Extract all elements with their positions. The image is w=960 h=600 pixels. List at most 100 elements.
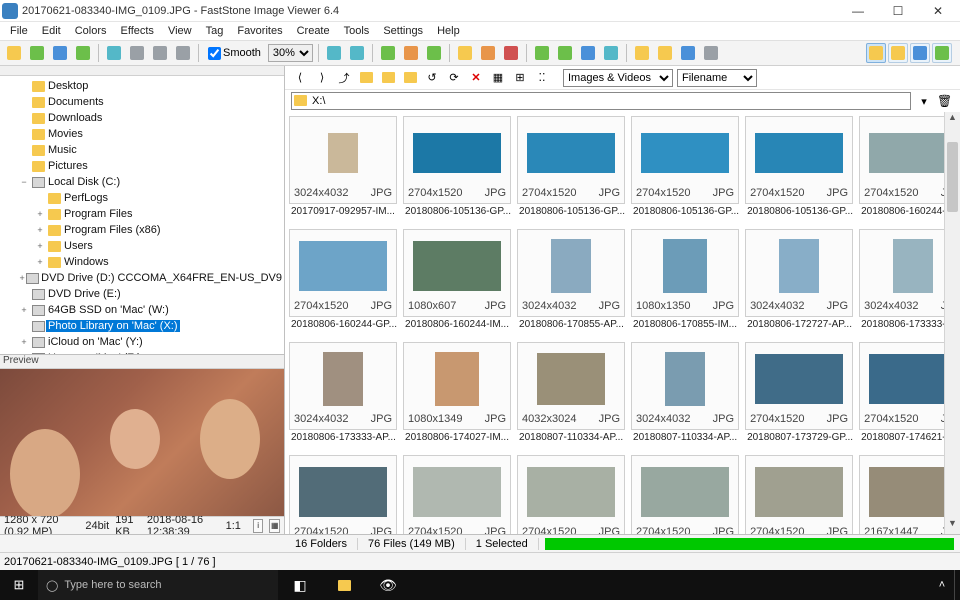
scroll-down-button[interactable]: ▼ xyxy=(945,518,960,534)
thumbnail-card[interactable]: 1080x1350JPG xyxy=(631,229,739,317)
tree-expand-icon[interactable]: + xyxy=(34,241,46,251)
preview-exif-button[interactable]: i xyxy=(253,519,264,533)
taskbar-explorer-icon[interactable] xyxy=(322,570,366,600)
thumbnail-card[interactable]: 2704x1520JPG xyxy=(745,455,853,534)
thumbnail-card[interactable]: 3024x4032JPG xyxy=(745,229,853,317)
tree-node[interactable]: Movies xyxy=(0,126,284,142)
tree-expand-icon[interactable]: + xyxy=(34,257,46,267)
nav-copy-button[interactable] xyxy=(401,69,419,87)
settings-button[interactable] xyxy=(701,43,721,63)
sort-select[interactable]: Filename xyxy=(677,69,757,87)
redeye-button[interactable] xyxy=(501,43,521,63)
batch-rename-button[interactable] xyxy=(555,43,575,63)
menu-create[interactable]: Create xyxy=(291,24,336,38)
tree-expand-icon[interactable]: − xyxy=(18,177,30,187)
wallpaper-button[interactable] xyxy=(678,43,698,63)
scroll-thumb[interactable] xyxy=(947,142,958,212)
view-small-icons-button[interactable]: ⁚⁚ xyxy=(533,69,551,87)
path-input[interactable] xyxy=(291,92,911,110)
taskbar-faststone-icon[interactable]: 👁 xyxy=(366,570,410,600)
nav-back-button[interactable]: ⟨ xyxy=(291,69,309,87)
undo-button[interactable] xyxy=(104,43,124,63)
save-as-button[interactable] xyxy=(50,43,70,63)
tree-node[interactable]: PerfLogs xyxy=(0,190,284,206)
nav-move-button[interactable]: ↺ xyxy=(423,69,441,87)
tree-expand-icon[interactable]: + xyxy=(34,209,46,219)
thumbnail-card[interactable]: 2704x1520JPG xyxy=(745,342,853,430)
menu-tag[interactable]: Tag xyxy=(200,24,230,38)
tree-node[interactable]: Photo Library on 'Mac' (X:) xyxy=(0,318,284,334)
view-thumbnails-button[interactable] xyxy=(866,43,886,63)
maximize-button[interactable]: ☐ xyxy=(878,0,918,22)
zoom-in-button[interactable] xyxy=(127,43,147,63)
nav-home-button[interactable] xyxy=(357,69,375,87)
tree-expand-icon[interactable]: + xyxy=(18,273,26,283)
thumbnail-card[interactable]: 3024x4032JPG xyxy=(289,342,397,430)
print-button[interactable] xyxy=(655,43,675,63)
menu-settings[interactable]: Settings xyxy=(377,24,429,38)
thumbnail-card[interactable]: 1080x607JPG xyxy=(403,229,511,317)
thumbnail-card[interactable]: 2704x1520JPG xyxy=(289,455,397,534)
email-button[interactable] xyxy=(632,43,652,63)
thumbnail-card[interactable]: 2704x1520JPG xyxy=(631,455,739,534)
thumbnail-card[interactable]: 3024x4032JPG xyxy=(631,342,739,430)
menu-favorites[interactable]: Favorites xyxy=(231,24,288,38)
tree-node[interactable]: +Program Files xyxy=(0,206,284,222)
thumbnail-card[interactable]: 3024x4032JPG xyxy=(517,229,625,317)
folder-tree[interactable]: DesktopDocumentsDownloadsMoviesMusicPict… xyxy=(0,76,284,354)
rotate-right-button[interactable] xyxy=(347,43,367,63)
filter-select[interactable]: Images & Videos xyxy=(563,69,673,87)
taskbar-search[interactable]: ◯ Type here to search xyxy=(38,570,278,600)
thumbnail-card[interactable]: 4032x3024JPG xyxy=(517,342,625,430)
open-button[interactable] xyxy=(4,43,24,63)
close-button[interactable]: ✕ xyxy=(918,0,958,22)
slideshow-button[interactable] xyxy=(578,43,598,63)
tree-expand-icon[interactable]: + xyxy=(34,225,46,235)
menu-file[interactable]: File xyxy=(4,24,34,38)
view-large-icons-button[interactable]: ▦ xyxy=(489,69,507,87)
smooth-checkbox[interactable]: Smooth xyxy=(208,47,261,60)
nav-refresh-button[interactable]: ⟳ xyxy=(445,69,463,87)
rotate-left-button[interactable] xyxy=(324,43,344,63)
thumbnail-card[interactable]: 2704x1520JPG xyxy=(517,116,625,204)
minimize-button[interactable]: — xyxy=(838,0,878,22)
menu-help[interactable]: Help xyxy=(431,24,466,38)
view-medium-icons-button[interactable]: ⊞ xyxy=(511,69,529,87)
thumbnail-card[interactable]: 2704x1520JPG xyxy=(631,116,739,204)
tree-expand-icon[interactable]: + xyxy=(18,305,30,315)
thumbnail-card[interactable]: 2704x1520JPG xyxy=(745,116,853,204)
menu-edit[interactable]: Edit xyxy=(36,24,67,38)
tree-node[interactable]: −Local Disk (C:) xyxy=(0,174,284,190)
nav-forward-button[interactable]: ⟩ xyxy=(313,69,331,87)
tree-node[interactable]: DVD Drive (E:) xyxy=(0,286,284,302)
tree-node[interactable]: +Program Files (x86) xyxy=(0,222,284,238)
tree-node[interactable]: Music xyxy=(0,142,284,158)
tray-chevron-icon[interactable]: ˄ xyxy=(930,570,954,600)
zoom-select[interactable]: 30% xyxy=(268,44,313,62)
nav-favorites-button[interactable] xyxy=(379,69,397,87)
scroll-up-button[interactable]: ▲ xyxy=(945,112,960,128)
view-details-button[interactable] xyxy=(888,43,908,63)
tree-node[interactable]: Pictures xyxy=(0,158,284,174)
thumbnail-grid[interactable]: 3024x4032JPG20170917-092957-IM...2704x15… xyxy=(285,112,960,534)
path-dropdown-button[interactable]: ▾ xyxy=(915,92,933,110)
view-filmstrip-button[interactable] xyxy=(910,43,930,63)
compare-button[interactable] xyxy=(601,43,621,63)
menu-colors[interactable]: Colors xyxy=(69,24,113,38)
thumbnail-card[interactable]: 3024x4032JPG xyxy=(289,116,397,204)
tree-node[interactable]: +64GB SSD on 'Mac' (W:) xyxy=(0,302,284,318)
batch-convert-button[interactable] xyxy=(532,43,552,63)
tree-node[interactable]: +Users xyxy=(0,238,284,254)
tree-node[interactable]: +DVD Drive (D:) CCCOMA_X64FRE_EN-US_DV9 xyxy=(0,270,284,286)
preview-image[interactable] xyxy=(0,369,284,516)
thumbnail-card[interactable]: 2704x1520JPG xyxy=(403,455,511,534)
thumbnail-card[interactable]: 2704x1520JPG xyxy=(403,116,511,204)
thumbnail-card[interactable]: 1080x1349JPG xyxy=(403,342,511,430)
vertical-scrollbar[interactable]: ▲ ▼ xyxy=(944,112,960,534)
nav-delete-button[interactable]: ✕ xyxy=(467,69,485,87)
thumbnail-card[interactable]: 2704x1520JPG xyxy=(289,229,397,317)
preview-histogram-button[interactable]: ▦ xyxy=(269,519,280,533)
recycle-bin-icon[interactable]: 🗑 xyxy=(937,94,953,108)
tree-expand-icon[interactable]: + xyxy=(18,337,30,347)
menu-effects[interactable]: Effects xyxy=(115,24,160,38)
